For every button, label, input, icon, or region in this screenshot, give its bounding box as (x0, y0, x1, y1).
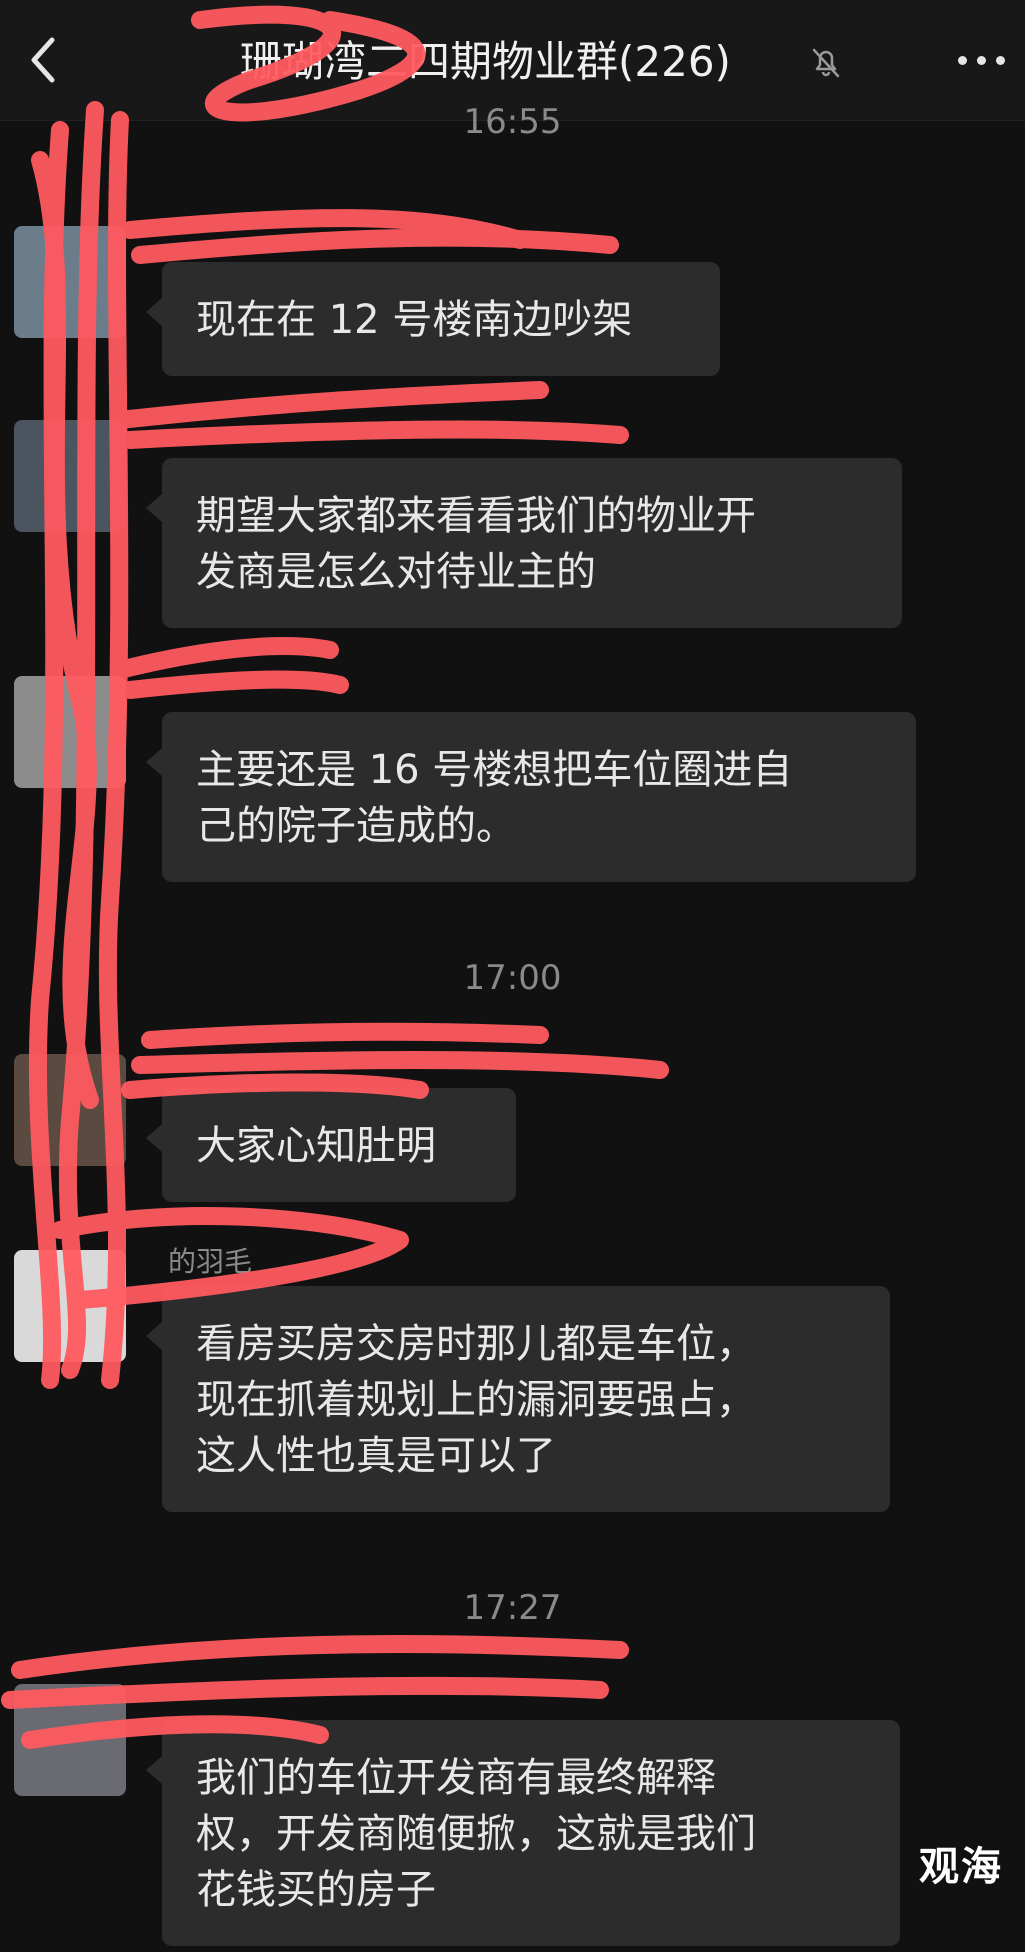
avatar[interactable] (14, 1684, 126, 1796)
bell-muted-icon (808, 44, 844, 80)
avatar[interactable] (14, 1054, 126, 1166)
more-options-button[interactable] (956, 50, 1008, 70)
timestamp: 17:27 (463, 1588, 562, 1628)
message-bubble[interactable]: 我们的车位开发商有最终解释 权，开发商随便掀，这就是我们 花钱买的房子 (146, 1720, 900, 1946)
message-bubble[interactable]: 主要还是 16 号楼想把车位圈进自 己的院子造成的。 (146, 712, 916, 882)
timestamp: 17:00 (463, 958, 562, 998)
timestamp: 16:55 (463, 102, 562, 142)
avatar[interactable] (14, 1250, 126, 1362)
avatar[interactable] (14, 226, 126, 338)
chevron-left-icon (31, 37, 55, 83)
back-button[interactable] (22, 30, 66, 90)
message-bubble[interactable]: 现在在 12 号楼南边吵架 (146, 262, 720, 376)
avatar[interactable] (14, 676, 126, 788)
message-bubble[interactable]: 期望大家都来看看我们的物业开 发商是怎么对待业主的 (146, 458, 902, 628)
message-bubble[interactable]: 看房买房交房时那儿都是车位， 现在抓着规划上的漏洞要强占， 这人性也真是可以了 (146, 1286, 890, 1512)
watermark: 观海 (919, 1844, 1003, 1890)
avatar[interactable] (14, 420, 126, 532)
message-bubble[interactable]: 大家心知肚明 (146, 1088, 516, 1202)
chat-title: 珊瑚湾二四期物业群(226) (240, 37, 731, 86)
sender-name: 的羽毛 (168, 1245, 253, 1278)
